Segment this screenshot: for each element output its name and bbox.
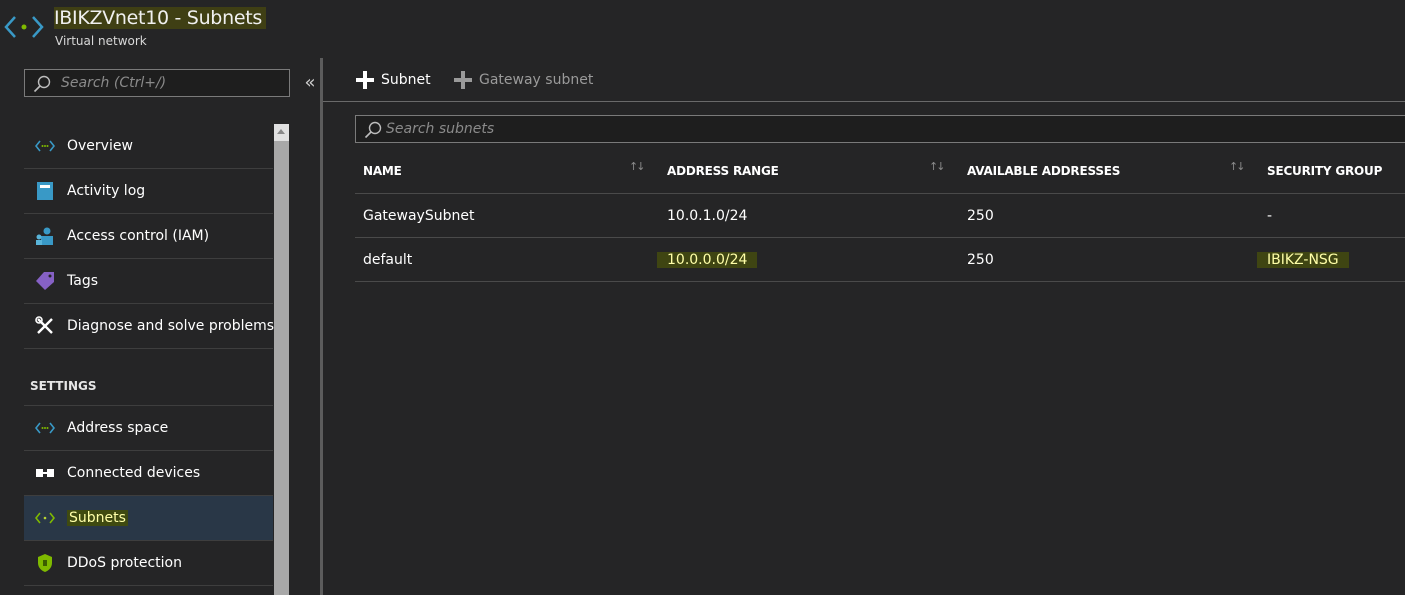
add-subnet-label: Subnet (381, 72, 431, 88)
menu-list: Overview Activity log Access control (IA… (24, 124, 275, 586)
menu-item-overview[interactable]: Overview (24, 124, 273, 169)
overview-icon (35, 136, 55, 156)
menu-item-label: Tags (67, 273, 98, 289)
menu-item-label: Subnets (67, 510, 128, 526)
sort-icon[interactable]: ↑↓ (929, 160, 946, 173)
table-row[interactable]: default 10.0.0.0/24 250 IBIKZ-NSG (355, 238, 1405, 282)
subnet-search-input[interactable] (386, 119, 986, 139)
menu-search-input[interactable] (61, 73, 281, 93)
subnets-blade: Subnet Gateway subnet NAME ↑↓ ADDRESS RA… (323, 58, 1405, 595)
menu-item-label: Diagnose and solve problems (67, 318, 275, 334)
add-gateway-subnet-button[interactable]: Gateway subnet (453, 68, 593, 92)
scroll-up-button[interactable] (274, 124, 289, 141)
column-header-address-range[interactable]: ADDRESS RANGE (667, 148, 779, 194)
menu-item-access-control[interactable]: Access control (IAM) (24, 214, 273, 259)
subnet-address-range: 10.0.0.0/24 (657, 238, 758, 282)
menu-item-ddos-protection[interactable]: DDoS protection (24, 541, 273, 586)
page-subtitle: Virtual network (55, 34, 147, 48)
menu-item-address-space[interactable]: Address space (24, 406, 273, 451)
virtual-network-icon (4, 16, 44, 38)
wrench-icon (35, 316, 55, 336)
scroll-up-arrow-icon (277, 129, 285, 134)
menu-item-label: Address space (67, 420, 169, 436)
column-header-available-addresses[interactable]: AVAILABLE ADDRESSES (967, 148, 1120, 194)
menu-item-diagnose[interactable]: Diagnose and solve problems (24, 304, 275, 349)
add-gateway-subnet-label: Gateway subnet (479, 72, 594, 88)
search-icon (364, 121, 382, 139)
page-title: IBIKZVnet10 - Subnets (54, 7, 266, 29)
access-control-icon (35, 226, 55, 246)
blade-header: IBIKZVnet10 - Subnets Virtual network (0, 0, 1405, 58)
menu-search-box[interactable] (24, 69, 290, 97)
connected-devices-icon (35, 463, 55, 483)
subnet-available-addresses: 250 (967, 208, 994, 224)
subnet-name: GatewaySubnet (363, 208, 475, 224)
subnet-available-addresses: 250 (967, 252, 994, 268)
add-subnet-button[interactable]: Subnet (355, 68, 431, 92)
subnet-security-group: - (1267, 208, 1273, 224)
resource-menu: « Overview Activity log Access control (… (0, 58, 322, 595)
security-group-link[interactable]: IBIKZ-NSG (1257, 252, 1349, 268)
activity-log-icon (35, 181, 55, 201)
subnet-search-box[interactable] (355, 115, 1405, 143)
subnet-address-range: 10.0.1.0/24 (667, 208, 748, 224)
column-header-name[interactable]: NAME (363, 148, 402, 194)
sort-icon[interactable]: ↑↓ (1229, 160, 1246, 173)
table-row[interactable]: GatewaySubnet 10.0.1.0/24 250 - (355, 194, 1405, 238)
menu-item-label: Overview (67, 138, 133, 154)
subnet-name: default (363, 252, 413, 268)
menu-scrollbar[interactable] (274, 124, 289, 595)
menu-item-connected-devices[interactable]: Connected devices (24, 451, 273, 496)
subnets-table: NAME ↑↓ ADDRESS RANGE ↑↓ AVAILABLE ADDRE… (355, 148, 1405, 282)
menu-item-tags[interactable]: Tags (24, 259, 273, 304)
menu-item-label: Activity log (67, 183, 146, 199)
collapse-menu-button[interactable]: « (301, 72, 319, 94)
menu-item-subnets[interactable]: Subnets (24, 496, 273, 541)
tag-icon (35, 271, 55, 291)
shield-icon (35, 553, 55, 573)
highlighted-address-range: 10.0.0.0/24 (657, 252, 758, 268)
column-header-security-group[interactable]: SECURITY GROUP (1267, 148, 1382, 194)
search-icon (33, 75, 51, 93)
subnet-security-group: IBIKZ-NSG (1257, 238, 1349, 282)
table-header: NAME ↑↓ ADDRESS RANGE ↑↓ AVAILABLE ADDRE… (355, 148, 1405, 194)
menu-item-activity-log[interactable]: Activity log (24, 169, 273, 214)
plus-icon (453, 70, 473, 90)
menu-item-label: Connected devices (67, 465, 201, 481)
plus-icon (355, 70, 375, 90)
menu-item-label: Access control (IAM) (67, 228, 210, 244)
menu-item-label: DDoS protection (67, 555, 182, 571)
subnets-icon (35, 508, 55, 528)
sort-icon[interactable]: ↑↓ (629, 160, 646, 173)
command-bar: Subnet Gateway subnet (323, 58, 1405, 102)
settings-section-header: SETTINGS (24, 349, 273, 406)
address-space-icon (35, 418, 55, 438)
